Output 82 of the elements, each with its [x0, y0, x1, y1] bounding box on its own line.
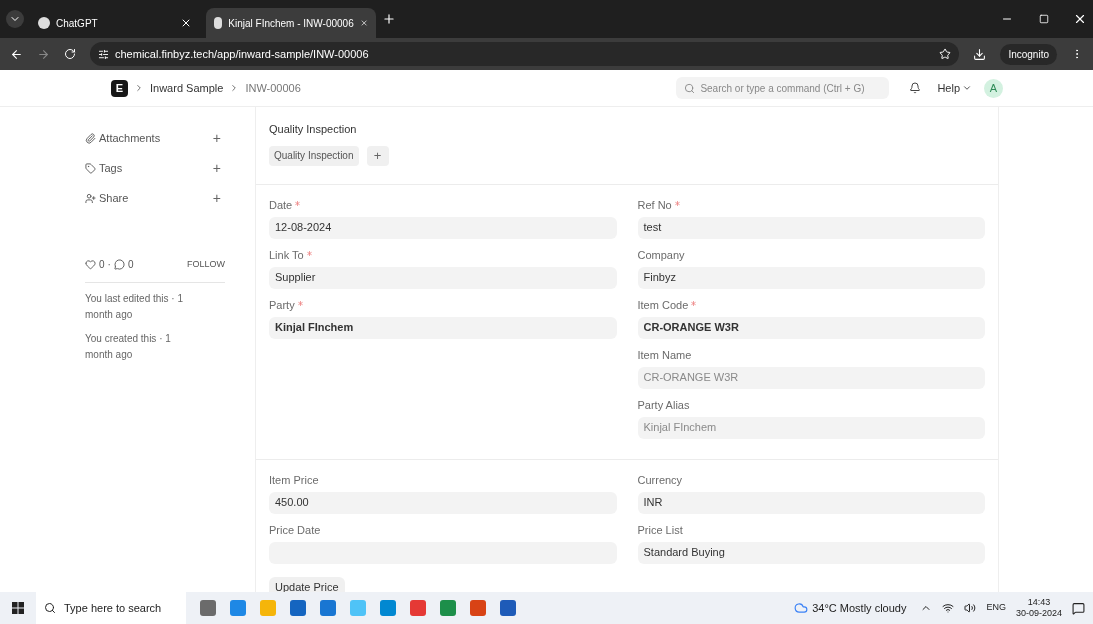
weather-text[interactable]: 34°C Mostly cloudy: [812, 599, 907, 617]
site-info-icon[interactable]: [98, 48, 109, 60]
input-field[interactable]: Finbyz: [637, 266, 985, 289]
restore-icon[interactable]: [1039, 14, 1049, 24]
field-label: Date: [269, 198, 293, 212]
comment-count: 0: [127, 258, 135, 272]
weather-icon: [794, 601, 809, 615]
clock-date[interactable]: 30-09-2024: [1015, 608, 1062, 619]
app-logo[interactable]: E: [111, 79, 128, 97]
quality-inspection-chip[interactable]: Quality Inspection: [269, 145, 359, 166]
help-menu[interactable]: Help: [937, 79, 972, 97]
back-icon[interactable]: [10, 47, 23, 61]
user-plus-icon: [85, 192, 96, 204]
windows-logo-icon: [12, 602, 24, 614]
field-label: Company: [637, 248, 685, 262]
site-logo-icon: [38, 17, 50, 29]
input-field[interactable]: Kinjal FInchem: [269, 316, 617, 339]
download-icon[interactable]: [973, 47, 987, 61]
sidebar-link[interactable]: Tags: [99, 159, 213, 177]
field-label: Party Alias: [637, 398, 690, 412]
volume-icon[interactable]: [964, 602, 977, 614]
forward-icon[interactable]: [37, 47, 50, 61]
sidebar-link[interactable]: Attachments: [99, 129, 213, 147]
activity-text: You last edited this · 1 month ago: [85, 292, 185, 322]
heart-icon[interactable]: [85, 259, 96, 270]
clock-time[interactable]: 14:43: [1027, 597, 1051, 608]
input-field[interactable]: 12-08-2024: [269, 216, 617, 239]
input-field[interactable]: Supplier: [269, 266, 617, 289]
incognito-badge[interactable]: Incognito: [1000, 43, 1057, 65]
search-icon: [44, 602, 56, 614]
section-title: Quality Inspection: [269, 122, 358, 137]
field-label: Link To: [269, 248, 304, 262]
update-price-button[interactable]: Update Price: [269, 576, 345, 592]
notification-bell-icon[interactable]: [909, 82, 922, 94]
tab-title: ChatGPT: [56, 16, 99, 31]
notifications-icon[interactable]: [1072, 601, 1085, 615]
input-field[interactable]: 450.00: [269, 491, 617, 514]
field-label: Item Price: [269, 473, 319, 487]
url-text: chemical.finbyz.tech/app/inward-sample/INW-00006: [115, 46, 370, 62]
close-icon[interactable]: [180, 17, 192, 29]
field-label: Item Code: [637, 298, 689, 312]
add-button[interactable]: +: [212, 157, 225, 179]
input-field[interactable]: INR: [637, 491, 985, 514]
caret-icon: [962, 83, 972, 93]
language-indicator[interactable]: ENG: [986, 601, 1006, 615]
separator-dot: ·: [107, 258, 111, 272]
breadcrumb-link[interactable]: INW-00006: [245, 79, 301, 97]
add-button[interactable]: +: [366, 145, 389, 166]
input-field[interactable]: Standard Buying: [637, 541, 985, 564]
input-field[interactable]: test: [637, 216, 985, 239]
breadcrumb-separator-icon: [134, 83, 144, 93]
close-icon[interactable]: [1073, 12, 1087, 26]
field-label: Price List: [637, 523, 683, 537]
tag-icon: [85, 162, 96, 174]
add-button[interactable]: +: [212, 187, 225, 209]
field-label: Price Date: [269, 523, 321, 537]
field-label: Item Name: [637, 348, 692, 362]
new-tab-icon[interactable]: [382, 12, 396, 26]
user-avatar[interactable]: A: [984, 78, 1003, 98]
wifi-icon[interactable]: [942, 602, 955, 614]
paperclip-icon: [85, 132, 96, 144]
field-label: Currency: [637, 473, 683, 487]
tab-list-icon[interactable]: [6, 10, 24, 28]
like-count: 0: [99, 258, 105, 272]
browser-tab[interactable]: Kinjal FInchem - INW-00006: [206, 8, 376, 38]
breadcrumb-link[interactable]: Inward Sample: [150, 79, 224, 97]
taskbar-search-field[interactable]: Type here to search: [36, 592, 186, 624]
address-bar[interactable]: chemical.finbyz.tech/app/inward-sample/INW-00006: [90, 42, 960, 66]
activity-text: You created this · 1 month ago: [85, 332, 172, 362]
field-label: Party: [269, 298, 295, 312]
add-button[interactable]: +: [212, 127, 225, 149]
follow-link[interactable]: FOLLOW: [187, 257, 225, 272]
tab-title: Kinjal FInchem - INW-00006: [228, 16, 354, 31]
sidebar-link[interactable]: Share: [99, 189, 213, 207]
search-icon: [684, 82, 696, 94]
reload-icon[interactable]: [64, 48, 76, 60]
bookmark-icon[interactable]: [939, 48, 952, 60]
input-field[interactable]: CR-ORANGE W3R: [637, 316, 985, 339]
comment-icon: [113, 259, 125, 270]
browser-tab[interactable]: ChatGPT: [30, 8, 200, 38]
field-label: Ref No: [637, 198, 672, 212]
site-logo-icon: [214, 17, 223, 29]
